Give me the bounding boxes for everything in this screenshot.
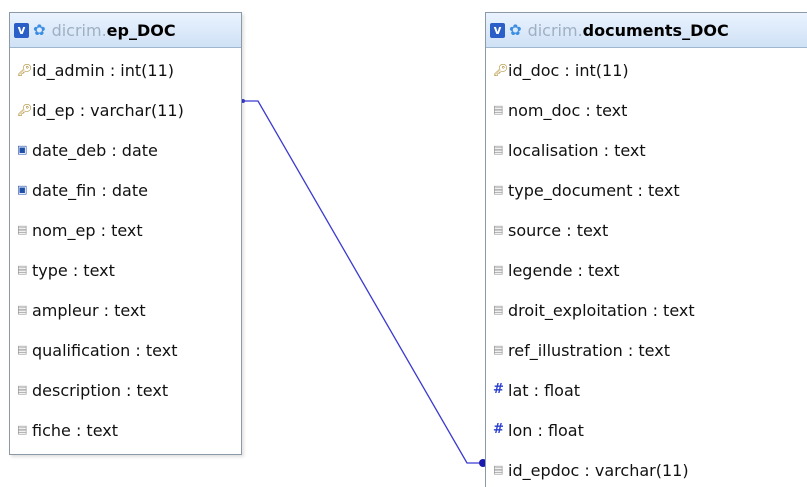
column-row[interactable]: # lon : float	[486, 410, 807, 450]
text-icon: ▤	[17, 343, 28, 356]
relation-designer-canvas: v ✿ dicrim. ep_DOC 🔑︎ id_admin : int(11) 🔑…	[0, 0, 807, 487]
column-label: ref_illustration : text	[508, 340, 670, 360]
table-header-ep-doc[interactable]: v ✿ dicrim. ep_DOC	[10, 13, 241, 48]
column-list: 🔑︎ id_admin : int(11) 🔑︎ id_ep : varchar(1…	[10, 48, 241, 450]
column-row[interactable]: ▤ qualification : text	[10, 330, 241, 370]
column-label: id_admin : int(11)	[32, 60, 174, 80]
column-list: 🔑︎ id_doc : int(11) ▤ nom_doc : text ▤ loca…	[486, 48, 807, 487]
table-name: ep_DOC	[106, 20, 176, 40]
text-icon: ▤	[493, 223, 504, 236]
column-label: legende : text	[508, 260, 620, 280]
column-row[interactable]: ▤ type : text	[10, 250, 241, 290]
column-label: id_ep : varchar(11)	[32, 100, 184, 120]
column-label: ampleur : text	[32, 300, 146, 320]
date-icon: ▣	[17, 143, 28, 156]
column-label: qualification : text	[32, 340, 178, 360]
column-row[interactable]: ▣ date_fin : date	[10, 170, 241, 210]
column-label: nom_ep : text	[32, 220, 143, 240]
column-label: type : text	[32, 260, 115, 280]
text-icon: ▤	[493, 183, 504, 196]
column-row[interactable]: ▤ droit_exploitation : text	[486, 290, 807, 330]
text-icon: ▤	[493, 103, 504, 116]
collapse-toggle-button[interactable]: v	[490, 22, 505, 38]
column-row[interactable]: ▤ fiche : text	[10, 410, 241, 450]
date-icon: ▣	[17, 183, 28, 196]
column-row[interactable]: # lat : float	[486, 370, 807, 410]
column-row[interactable]: ▤ localisation : text	[486, 130, 807, 170]
column-label: nom_doc : text	[508, 100, 628, 120]
text-icon: ▤	[17, 303, 28, 316]
text-icon: ▤	[493, 343, 504, 356]
text-icon: ▤	[493, 263, 504, 276]
column-label: type_document : text	[508, 180, 680, 200]
collapse-toggle-button[interactable]: v	[14, 22, 29, 38]
text-icon: ▤	[17, 263, 28, 276]
column-row[interactable]: ▤ id_epdoc : varchar(11)	[486, 450, 807, 487]
text-icon: ▤	[493, 143, 504, 156]
column-row[interactable]: ▤ ref_illustration : text	[486, 330, 807, 370]
column-label: id_doc : int(11)	[508, 60, 629, 80]
text-icon: ▤	[17, 223, 28, 236]
column-row[interactable]: ▤ legende : text	[486, 250, 807, 290]
column-label: description : text	[32, 380, 169, 400]
table-documents-doc[interactable]: v ✿ dicrim. documents_DOC 🔑︎ id_doc : int(…	[485, 12, 807, 487]
column-label: id_epdoc : varchar(11)	[508, 460, 689, 480]
column-row[interactable]: ▣ date_deb : date	[10, 130, 241, 170]
number-icon: #	[493, 382, 504, 397]
column-label: localisation : text	[508, 140, 646, 160]
table-ep-doc[interactable]: v ✿ dicrim. ep_DOC 🔑︎ id_admin : int(11) 🔑…	[9, 12, 242, 455]
table-name: documents_DOC	[582, 20, 729, 40]
column-row[interactable]: 🔑︎ id_admin : int(11)	[10, 50, 241, 90]
column-row[interactable]: ▤ description : text	[10, 370, 241, 410]
column-row[interactable]: ▤ source : text	[486, 210, 807, 250]
column-label: fiche : text	[32, 420, 118, 440]
column-row[interactable]: ▤ ampleur : text	[10, 290, 241, 330]
column-label: lon : float	[508, 420, 584, 440]
column-row[interactable]: 🔑︎ id_doc : int(11)	[486, 50, 807, 90]
gear-icon[interactable]: ✿	[33, 22, 46, 38]
database-prefix: dicrim.	[527, 20, 583, 40]
column-label: date_deb : date	[32, 140, 158, 160]
key-icon: 🔑︎	[17, 103, 33, 117]
text-icon: ▤	[493, 303, 504, 316]
column-row[interactable]: ▤ nom_ep : text	[10, 210, 241, 250]
column-row[interactable]: ▤ nom_doc : text	[486, 90, 807, 130]
column-label: droit_exploitation : text	[508, 300, 695, 320]
relation-line[interactable]	[242, 100, 483, 464]
number-icon: #	[493, 422, 504, 437]
text-icon: ▤	[493, 463, 504, 476]
column-label: source : text	[508, 220, 609, 240]
column-label: date_fin : date	[32, 180, 148, 200]
table-header-documents-doc[interactable]: v ✿ dicrim. documents_DOC	[486, 13, 807, 48]
column-label: lat : float	[508, 380, 581, 400]
column-row[interactable]: ▤ type_document : text	[486, 170, 807, 210]
column-row[interactable]: 🔑︎ id_ep : varchar(11)	[10, 90, 241, 130]
database-prefix: dicrim.	[51, 20, 107, 40]
gear-icon[interactable]: ✿	[509, 22, 522, 38]
text-icon: ▤	[17, 423, 28, 436]
text-icon: ▤	[17, 383, 28, 396]
key-icon: 🔑︎	[17, 63, 33, 77]
key-icon: 🔑︎	[493, 63, 509, 77]
